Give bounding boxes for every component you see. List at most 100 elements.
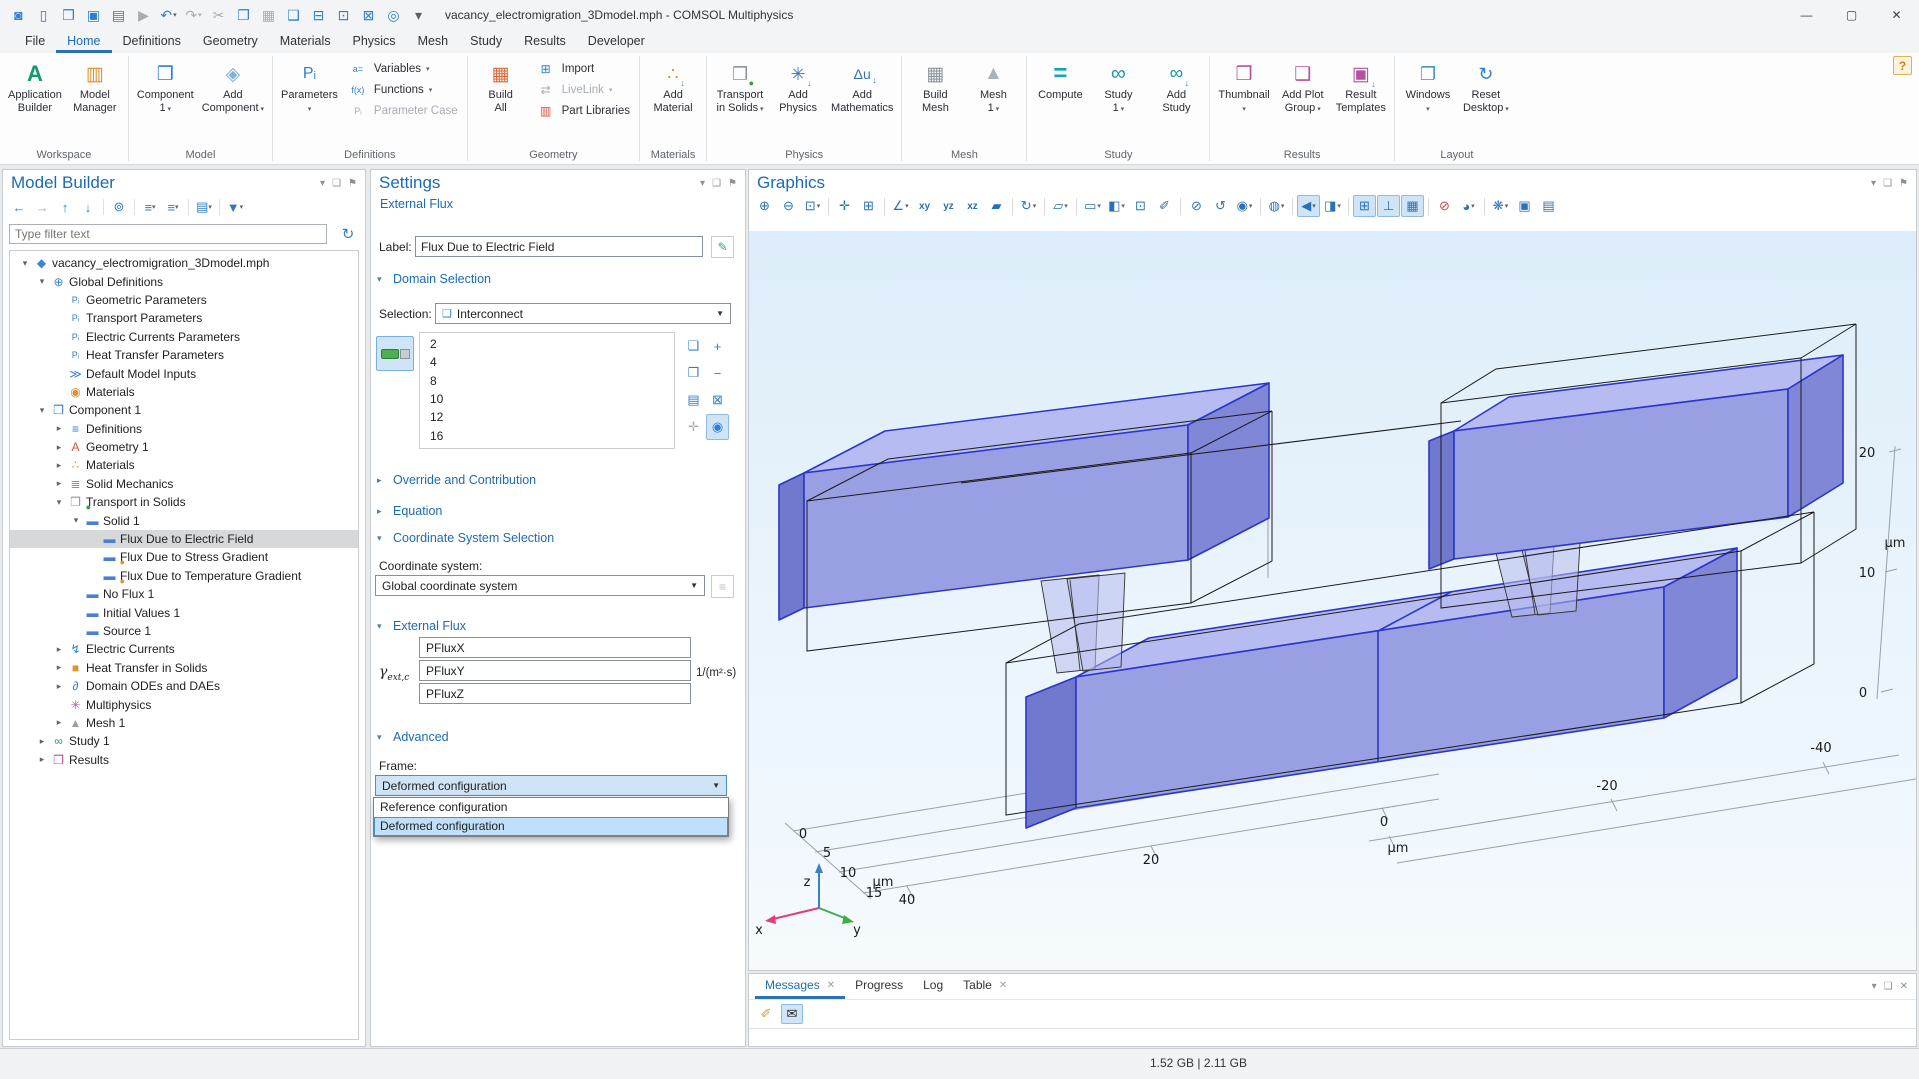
- view-xz-icon[interactable]: xz: [961, 195, 984, 217]
- section-override[interactable]: ▸ Override and Contribution: [377, 473, 536, 487]
- remove-from-selection-icon[interactable]: −: [706, 360, 729, 386]
- collapsed-icon[interactable]: ▸: [52, 460, 66, 471]
- tree-item-default-model-inputs[interactable]: ≫Default Model Inputs: [10, 364, 358, 382]
- refresh-icon[interactable]: ↻: [337, 224, 359, 244]
- active-highlight-icon[interactable]: ◉: [706, 414, 729, 440]
- tree-item-definitions[interactable]: ▸≡Definitions: [10, 420, 358, 438]
- build-all-button[interactable]: ▦BuildAll: [473, 54, 529, 147]
- print-icon[interactable]: ▤: [1537, 195, 1560, 217]
- tab-progress[interactable]: Progress: [845, 974, 913, 999]
- section-equation[interactable]: ▸ Equation: [377, 504, 442, 518]
- model-manager-button[interactable]: ▥ModelManager: [67, 54, 123, 147]
- tree-item-multiphysics[interactable]: ✳Multiphysics: [10, 695, 358, 713]
- tab-mesh[interactable]: Mesh: [407, 30, 460, 53]
- new-icon[interactable]: ▯: [31, 4, 56, 26]
- maximize-button[interactable]: ▢: [1829, 0, 1874, 30]
- result-templates-button[interactable]: ▣↓ResultTemplates: [1333, 54, 1389, 147]
- delete-icon[interactable]: ⊟: [306, 4, 331, 26]
- import-button[interactable]: ⊞Import: [531, 60, 634, 77]
- copy-selection-icon[interactable]: ❐: [682, 360, 705, 386]
- panel-pin-icon[interactable]: ⚑: [348, 178, 357, 189]
- color-palette-icon[interactable]: ◕▾: [1457, 195, 1480, 217]
- windows-button[interactable]: ❐Windows ▾: [1400, 54, 1456, 147]
- view-orientation-icon[interactable]: ∠▾: [889, 195, 912, 217]
- graphics-canvas[interactable]: 05101540200µmµmzxy20100µm-40-20: [749, 231, 1916, 970]
- select-object-icon[interactable]: ◧▾: [1105, 195, 1128, 217]
- overflow-icon[interactable]: ▾: [406, 4, 431, 26]
- tree-item-initial-values-1[interactable]: ▬Initial Values 1: [10, 603, 358, 621]
- tree-item-heat-transfer-in-solids[interactable]: ▸■Heat Transfer in Solids: [10, 659, 358, 677]
- back-icon[interactable]: ←: [9, 197, 29, 217]
- collapsed-icon[interactable]: ▸: [35, 754, 49, 765]
- show-bounding-box-icon[interactable]: ⊞: [1353, 195, 1376, 217]
- tab-study[interactable]: Study: [459, 30, 513, 53]
- tree-item-mesh-1[interactable]: ▸▲Mesh 1: [10, 714, 358, 732]
- tree-item-geometry-1[interactable]: ▸AGeometry 1: [10, 438, 358, 456]
- section-external-flux[interactable]: ▾ External Flux: [377, 619, 466, 633]
- section-coordinate-system[interactable]: ▾ Coordinate System Selection: [377, 531, 554, 545]
- cut-icon[interactable]: ✂: [206, 4, 231, 26]
- show-grid-icon[interactable]: ▦: [1401, 195, 1424, 217]
- mesh-1-button[interactable]: ▲Mesh1 ▾: [965, 54, 1021, 147]
- frame-option-reference-configuration[interactable]: Reference configuration: [374, 798, 728, 817]
- forward-icon[interactable]: →: [32, 197, 52, 217]
- collapsed-icon[interactable]: ▸: [52, 681, 66, 692]
- domain-list-item[interactable]: 8: [420, 372, 674, 390]
- selection-highlight-icon[interactable]: ◀▾: [1297, 195, 1320, 217]
- flux-x-field[interactable]: PFluxX: [419, 637, 691, 658]
- build-mesh-button[interactable]: ▦BuildMesh: [907, 54, 963, 147]
- parameters-button[interactable]: PᵢParameters ▾: [278, 54, 341, 147]
- undo-icon[interactable]: ↶▾: [156, 4, 181, 26]
- minimize-button[interactable]: —: [1784, 0, 1829, 30]
- tree-item-electric-currents-parameters[interactable]: PᵢElectric Currents Parameters: [10, 328, 358, 346]
- tree-item-flux-due-to-temperature-gradient[interactable]: ▬●Flux Due to Temperature Gradient: [10, 567, 358, 585]
- tab-table[interactable]: Table✕: [953, 974, 1017, 999]
- hide-labels-icon[interactable]: ⊘: [1433, 195, 1456, 217]
- comsol-logo-icon[interactable]: ◙: [6, 4, 31, 26]
- close-button[interactable]: ✕: [1874, 0, 1919, 30]
- domain-list-item[interactable]: 2: [420, 335, 674, 353]
- add-plot-group-button[interactable]: ❑Add PlotGroup ▾: [1275, 54, 1331, 147]
- component-1-button[interactable]: ❒Component1 ▾: [134, 54, 197, 147]
- tab-geometry[interactable]: Geometry: [192, 30, 269, 53]
- tab-definitions[interactable]: Definitions: [112, 30, 192, 53]
- tree-item-vacancyelectromigration3dmodelmph[interactable]: ▾◆vacancy_electromigration_3Dmodel.mph: [10, 254, 358, 272]
- work-plane-icon[interactable]: ▱▾: [1049, 195, 1072, 217]
- save-icon[interactable]: ▣: [81, 4, 106, 26]
- panel-float-icon[interactable]: ❑: [1884, 981, 1893, 992]
- livelink-button[interactable]: ⇄LiveLink▾: [531, 81, 634, 98]
- redo-icon[interactable]: ↷▾: [181, 4, 206, 26]
- show-axes-icon[interactable]: ⊥: [1377, 195, 1400, 217]
- expanded-icon[interactable]: ▾: [18, 258, 32, 269]
- tab-developer[interactable]: Developer: [577, 30, 656, 53]
- filter-icon[interactable]: ▼▾: [225, 197, 245, 217]
- tree-item-geometric-parameters[interactable]: PᵢGeometric Parameters: [10, 291, 358, 309]
- rename-icon[interactable]: ✎: [711, 236, 734, 258]
- add-component-button[interactable]: ◈AddComponent ▾: [199, 54, 267, 147]
- view-xy-icon[interactable]: xy: [913, 195, 936, 217]
- tree-item-materials[interactable]: ◉Materials: [10, 383, 358, 401]
- panel-float-icon[interactable]: ❑: [332, 178, 341, 189]
- tab-physics[interactable]: Physics: [341, 30, 406, 53]
- view-yz-icon[interactable]: yz: [937, 195, 960, 217]
- study-1-button[interactable]: ∞Study1 ▾: [1090, 54, 1146, 147]
- open-icon[interactable]: ❒: [56, 4, 81, 26]
- compute-button[interactable]: =Compute: [1032, 54, 1088, 147]
- tree-item-transport-parameters[interactable]: PᵢTransport Parameters: [10, 309, 358, 327]
- add-physics-button[interactable]: ✳↓AddPhysics: [770, 54, 826, 147]
- tree-item-source-1[interactable]: ▬Source 1: [10, 622, 358, 640]
- close-icon[interactable]: ✕: [999, 980, 1007, 991]
- hide-objects-icon[interactable]: ⊘: [1185, 195, 1208, 217]
- collapsed-icon[interactable]: ▸: [52, 423, 66, 434]
- panel-float-icon[interactable]: ❑: [1883, 178, 1892, 189]
- tree-item-heat-transfer-parameters[interactable]: PᵢHeat Transfer Parameters: [10, 346, 358, 364]
- tab-results[interactable]: Results: [513, 30, 577, 53]
- tree-item-flux-due-to-stress-gradient[interactable]: ▬●Flux Due to Stress Gradient: [10, 548, 358, 566]
- reset-desktop-button[interactable]: ↻ResetDesktop ▾: [1458, 54, 1514, 147]
- move-down-icon[interactable]: ↓: [78, 197, 98, 217]
- reset-hiding-icon[interactable]: ↺: [1209, 195, 1232, 217]
- collapsed-icon[interactable]: ▸: [52, 644, 66, 655]
- tree-item-global-definitions[interactable]: ▾⊕Global Definitions: [10, 272, 358, 290]
- rotate-view-icon[interactable]: ↻▾: [1017, 195, 1040, 217]
- deselect-brush-icon[interactable]: ✐: [1153, 195, 1176, 217]
